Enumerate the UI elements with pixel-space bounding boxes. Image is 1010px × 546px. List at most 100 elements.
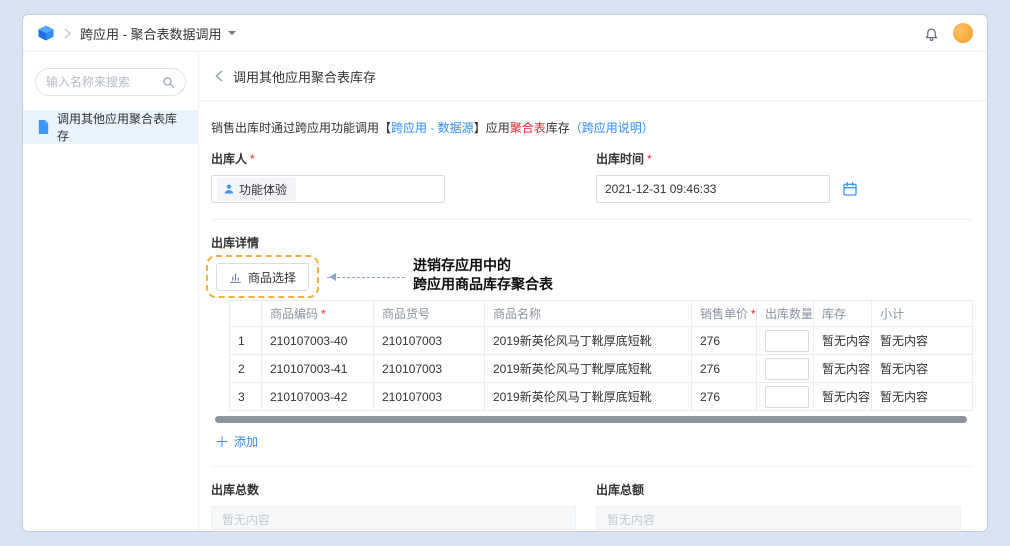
row-index: 1 (230, 327, 262, 355)
required-asterisk: * (250, 152, 255, 166)
col-qty: 出库数量* (757, 301, 814, 327)
sidebar-search (35, 68, 186, 96)
total-amount-label: 出库总额 (596, 481, 961, 498)
time-field: 出库时间* (596, 150, 961, 203)
page-header: 调用其他应用聚合表库存 (199, 52, 987, 101)
user-avatar[interactable] (953, 23, 973, 43)
col-sku: 商品货号 (374, 301, 485, 327)
desc-link-datasource[interactable]: 跨应用 - 数据源 (391, 121, 474, 135)
sidebar: 调用其他应用聚合表库存 (23, 52, 199, 531)
cell-sku: 210107003 (374, 355, 485, 383)
col-name: 商品名称 (485, 301, 692, 327)
sidebar-item-label: 调用其他应用聚合表库存 (57, 110, 184, 144)
cell-sku: 210107003 (374, 327, 485, 355)
chevron-down-icon (228, 31, 236, 39)
issuer-field: 出库人* 功能体验 (211, 150, 576, 203)
product-select-button[interactable]: 商品选择 (216, 263, 309, 291)
cell-subtotal: 暂无内容 (872, 327, 973, 355)
cell-price: 276 (692, 327, 757, 355)
cell-subtotal: 暂无内容 (872, 355, 973, 383)
cell-stock: 暂无内容 (814, 327, 872, 355)
desc-highlight-aggregate: 聚合表 (510, 121, 546, 135)
col-price: 销售单价* (692, 301, 757, 327)
table-row: 2 210107003-41 210107003 2019新英伦风马丁靴厚底短靴… (230, 355, 973, 383)
cell-name: 2019新英伦风马丁靴厚底短靴 (485, 355, 692, 383)
topbar: 跨应用 - 聚合表数据调用 (23, 15, 987, 52)
col-subtotal: 小计 (872, 301, 973, 327)
notification-bell-icon[interactable] (924, 26, 939, 41)
table-header-row: 商品编码* 商品货号 商品名称 销售单价* 出库数量* 库存 小计 (230, 301, 973, 327)
cell-name: 2019新英伦风马丁靴厚底短靴 (485, 383, 692, 411)
cell-qty (757, 383, 814, 411)
time-input[interactable] (596, 175, 830, 203)
page-title: 调用其他应用聚合表库存 (233, 67, 376, 86)
search-icon[interactable] (162, 76, 175, 89)
page-content: 销售出库时通过跨应用功能调用【跨应用 - 数据源】应用聚合表库存（跨应用说明） … (199, 101, 987, 531)
issuer-tag-label: 功能体验 (239, 181, 287, 198)
issuer-tag[interactable]: 功能体验 (217, 178, 296, 201)
cell-code: 210107003-42 (262, 383, 374, 411)
cell-price: 276 (692, 355, 757, 383)
annotation-arrow (327, 277, 405, 278)
add-row-label: 添加 (234, 433, 258, 450)
table-row: 1 210107003-40 210107003 2019新英伦风马丁靴厚底短靴… (230, 327, 973, 355)
annotation-line1: 进销存应用中的 (413, 256, 553, 275)
detail-section-label: 出库详情 (211, 234, 973, 251)
totals-row: 出库总数 暂无内容 出库总额 暂无内容 (211, 481, 973, 530)
back-chevron-icon[interactable] (215, 70, 223, 82)
app-window: 跨应用 - 聚合表数据调用 (22, 14, 988, 532)
cell-stock: 暂无内容 (814, 355, 872, 383)
qty-input[interactable] (765, 330, 809, 352)
time-input-row (596, 175, 961, 203)
chart-icon (229, 271, 242, 284)
total-count-field: 出库总数 暂无内容 (211, 481, 576, 530)
main-panel: 调用其他应用聚合表库存 销售出库时通过跨应用功能调用【跨应用 - 数据源】应用聚… (199, 52, 987, 531)
form-description: 销售出库时通过跨应用功能调用【跨应用 - 数据源】应用聚合表库存（跨应用说明） (211, 119, 973, 136)
desc-text: 库存 (546, 121, 570, 135)
cell-stock: 暂无内容 (814, 383, 872, 411)
cell-name: 2019新英伦风马丁靴厚底短靴 (485, 327, 692, 355)
time-label: 出库时间* (596, 150, 961, 167)
total-count-label: 出库总数 (211, 481, 576, 498)
col-index (230, 301, 262, 327)
issuer-input[interactable]: 功能体验 (211, 175, 445, 203)
cell-price: 276 (692, 383, 757, 411)
section-divider (211, 219, 973, 220)
chevron-right-icon (64, 28, 71, 39)
breadcrumb[interactable]: 跨应用 - 聚合表数据调用 (80, 24, 236, 43)
product-table: 商品编码* 商品货号 商品名称 销售单价* 出库数量* 库存 小计 1 2101… (229, 300, 973, 411)
search-input[interactable] (46, 75, 162, 89)
desc-link-help[interactable]: （跨应用说明） (570, 121, 654, 135)
cell-sku: 210107003 (374, 383, 485, 411)
form-row: 出库人* 功能体验 出库时间* (211, 150, 973, 203)
row-index: 2 (230, 355, 262, 383)
required-asterisk: * (647, 152, 652, 166)
col-stock: 库存 (814, 301, 872, 327)
table-row: 3 210107003-42 210107003 2019新英伦风马丁靴厚底短靴… (230, 383, 973, 411)
row-index: 3 (230, 383, 262, 411)
breadcrumb-label: 跨应用 - 聚合表数据调用 (80, 24, 222, 43)
topbar-right (924, 23, 973, 43)
annotation-text: 进销存应用中的 跨应用商品库存聚合表 (413, 256, 553, 294)
qty-input[interactable] (765, 386, 809, 408)
cell-subtotal: 暂无内容 (872, 383, 973, 411)
desc-text: 】应用 (474, 121, 510, 135)
annotation-line2: 跨应用商品库存聚合表 (413, 275, 553, 294)
person-icon (223, 183, 235, 195)
section-divider (211, 466, 973, 467)
qty-input[interactable] (765, 358, 809, 380)
cell-qty (757, 355, 814, 383)
col-code: 商品编码* (262, 301, 374, 327)
product-select-wrap: 商品选择 (216, 263, 309, 291)
calendar-icon[interactable] (842, 181, 858, 197)
cell-qty (757, 327, 814, 355)
horizontal-scrollbar[interactable] (215, 416, 967, 423)
app-logo-cube-icon[interactable] (37, 24, 55, 42)
total-amount-field: 出库总额 暂无内容 (596, 481, 961, 530)
add-row-link[interactable]: ＋ 添加 (215, 433, 258, 450)
sidebar-item-aggregate-inventory[interactable]: 调用其他应用聚合表库存 (23, 110, 198, 144)
cell-code: 210107003-40 (262, 327, 374, 355)
product-select-row: 商品选择 进销存应用中的 跨应用商品库存聚合表 (211, 263, 973, 294)
plus-icon: ＋ (215, 436, 229, 448)
total-count-value: 暂无内容 (211, 506, 576, 530)
